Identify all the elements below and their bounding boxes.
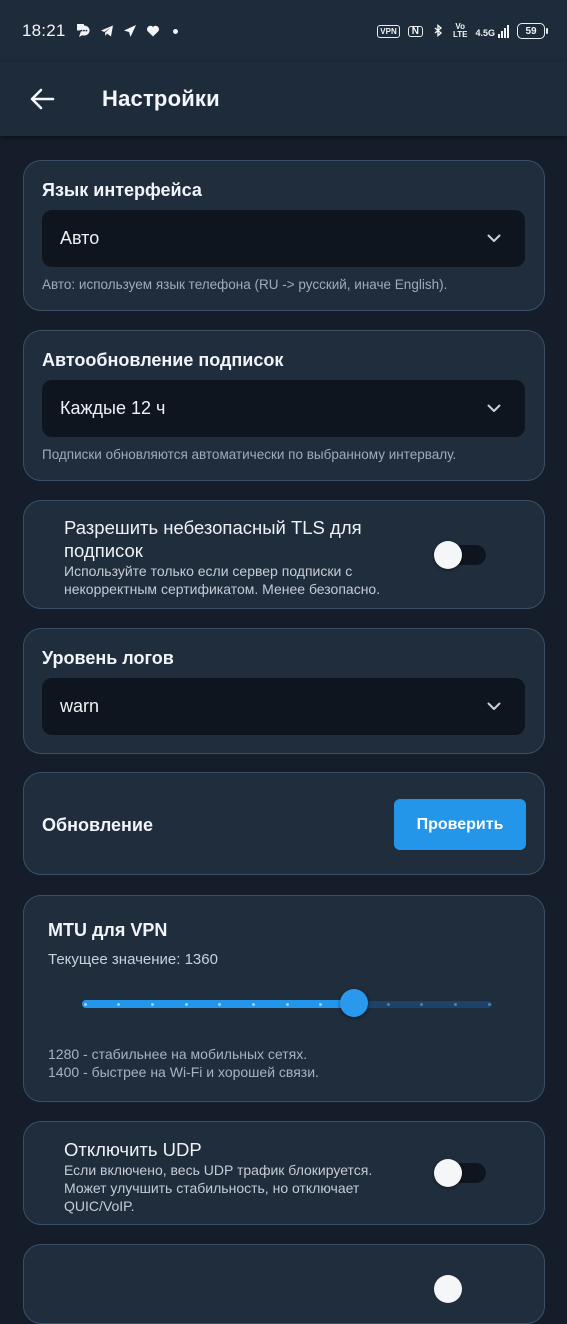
log-level-title: Уровень логов <box>42 648 174 668</box>
slider-step-dot <box>184 1003 188 1006</box>
vpn-badge: VPN <box>377 24 400 38</box>
autoupdate-dropdown[interactable]: Каждые 12 ч <box>42 380 525 437</box>
telegram-icon <box>100 25 113 37</box>
mtu-help-line-2: 1400 - быстрее на Wi-Fi и хорошей связи. <box>48 1064 319 1080</box>
mtu-help: 1280 - стабильнее на мобильных сетях. 14… <box>48 1045 319 1081</box>
network-type: 4.5G <box>475 27 495 38</box>
chat-bubble-icon <box>76 24 90 37</box>
mtu-card: MTU для VPN Текущее значение: 1360 1280 … <box>23 895 545 1102</box>
chevron-down-icon <box>487 702 501 710</box>
slider-step-dot <box>150 1003 154 1006</box>
signal-strength-icon: 4.5G <box>475 24 509 38</box>
slider-step-dot <box>83 1003 87 1006</box>
update-card: Обновление Проверить <box>23 772 545 875</box>
language-dropdown[interactable]: Авто <box>42 210 525 267</box>
language-value: Авто <box>60 228 100 248</box>
status-bar: 18:21 VPN N Vo LTE 4.5G 59 <box>0 0 567 62</box>
insecure-tls-desc-1: Используйте только если сервер подписки … <box>64 563 353 579</box>
autoupdate-value: Каждые 12 ч <box>60 398 166 418</box>
disable-udp-desc-3: QUIC/VoIP. <box>64 1198 135 1214</box>
status-time: 18:21 <box>22 21 66 40</box>
disable-udp-title: Отключить UDP <box>64 1139 202 1160</box>
more-notifications-dot <box>172 28 178 34</box>
disable-udp-text: Отключить UDP Если включено, весь UDP тр… <box>64 1138 372 1215</box>
log-level-card: Уровень логов warn <box>23 628 545 754</box>
autoupdate-card: Автообновление подписок Каждые 12 ч Подп… <box>23 330 545 481</box>
mtu-title: MTU для VPN <box>48 920 168 940</box>
language-helper: Авто: используем язык телефона (RU -> ру… <box>42 277 448 292</box>
language-title: Язык интерфейса <box>42 180 202 200</box>
insecure-tls-text: Разрешить небезопасный TLS для подписок … <box>64 516 380 598</box>
slider-thumb[interactable] <box>340 989 369 1017</box>
log-level-dropdown[interactable]: warn <box>42 678 525 735</box>
autoupdate-helper: Подписки обновляются автоматически по вы… <box>42 447 457 462</box>
check-update-button[interactable]: Проверить <box>394 799 526 850</box>
battery-level: 59 <box>525 25 537 37</box>
status-right: VPN N Vo LTE 4.5G 59 <box>377 23 548 39</box>
insecure-tls-title-1: Разрешить небезопасный TLS для <box>64 517 362 538</box>
status-left: 18:21 <box>22 21 178 41</box>
volte-bottom: LTE <box>452 30 468 39</box>
disable-udp-switch[interactable] <box>434 1159 486 1187</box>
switch-thumb-partial <box>434 1275 462 1303</box>
slider-step-dot <box>251 1003 255 1006</box>
page-title: Настройки <box>102 86 220 111</box>
slider-step-dot <box>453 1003 457 1006</box>
mtu-current: Текущее значение: 1360 <box>48 951 218 968</box>
mtu-slider[interactable] <box>82 989 492 1019</box>
chevron-down-icon <box>487 234 501 242</box>
nfc-icon: N <box>407 25 423 37</box>
insecure-tls-switch[interactable] <box>434 541 486 569</box>
slider-step-dot <box>386 1003 390 1006</box>
switch-thumb <box>434 541 462 569</box>
back-button[interactable] <box>22 79 62 119</box>
app-bar: Настройки <box>0 62 567 136</box>
slider-step-dot <box>285 1003 289 1006</box>
language-card: Язык интерфейса Авто Авто: используем яз… <box>23 160 545 311</box>
mtu-help-line-1: 1280 - стабильнее на мобильных сетях. <box>48 1046 308 1062</box>
battery-icon: 59 <box>517 23 548 39</box>
location-arrow-icon <box>123 25 136 37</box>
arrow-back-icon <box>30 88 55 110</box>
update-title: Обновление <box>42 815 153 835</box>
bluetooth-icon <box>434 24 443 37</box>
disable-udp-desc-1: Если включено, весь UDP трафик блокирует… <box>64 1162 373 1178</box>
autoupdate-title: Автообновление подписок <box>42 350 284 370</box>
switch-thumb <box>434 1159 462 1187</box>
slider-step-dot <box>487 1003 491 1006</box>
disable-udp-desc-2: Может улучшить стабильность, но отключае… <box>64 1180 360 1196</box>
log-level-value: warn <box>60 696 100 716</box>
chevron-down-icon <box>487 404 501 412</box>
insecure-tls-desc-2: некорректным сертификатом. Менее безопас… <box>64 581 381 597</box>
next-settings-card <box>23 1244 545 1324</box>
insecure-tls-title-2: подписок <box>64 540 143 561</box>
disable-udp-card[interactable]: Отключить UDP Если включено, весь UDP тр… <box>23 1121 545 1225</box>
insecure-tls-card[interactable]: Разрешить небезопасный TLS для подписок … <box>23 500 545 609</box>
volte-badge: Vo LTE <box>453 23 468 39</box>
heart-chat-icon <box>146 25 159 37</box>
